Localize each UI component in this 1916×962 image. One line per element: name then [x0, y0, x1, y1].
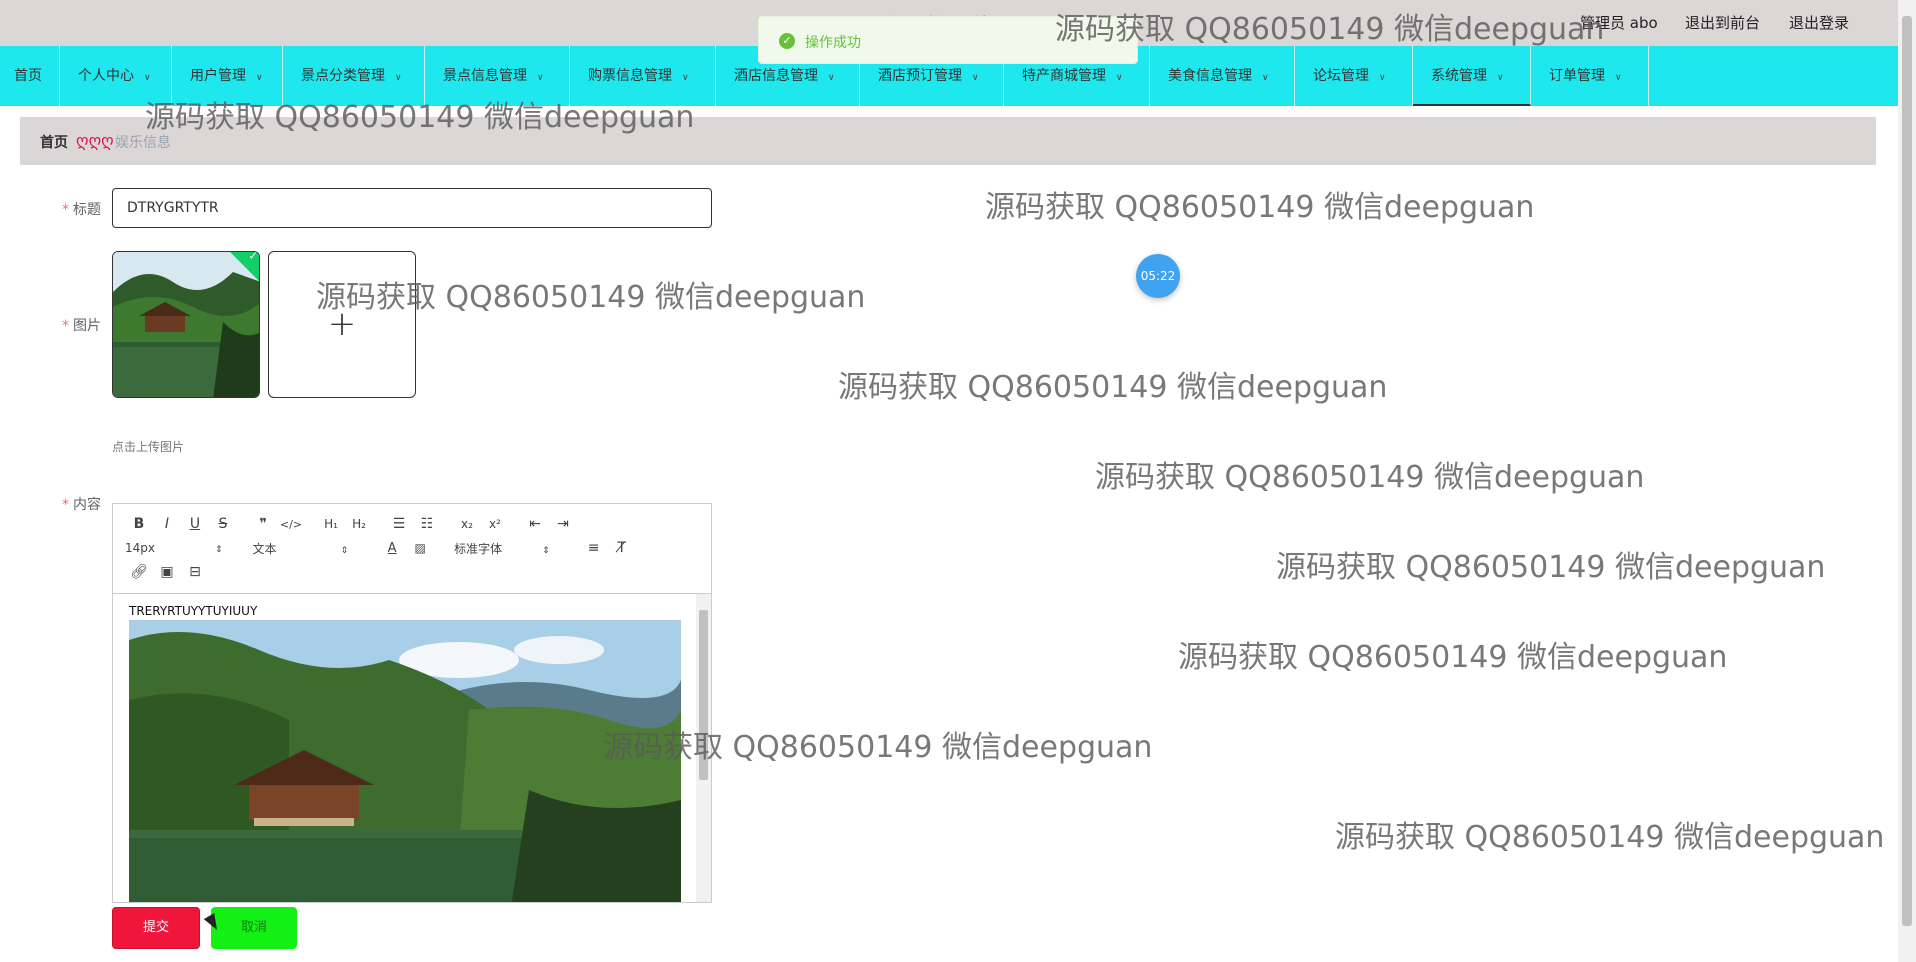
nav-item-label: 景点分类管理	[301, 68, 385, 84]
image-icon[interactable]: ▣	[153, 564, 181, 580]
chevron-down-icon: ∨	[1615, 73, 1622, 83]
bold-icon[interactable]: B	[125, 516, 153, 532]
chevron-down-icon: ∨	[682, 73, 689, 83]
nav-item-label: 首页	[14, 68, 42, 84]
rich-text-editor: B I U S ❞ </> H₁ H₂ ☰ ☷ x₂ x² ⇤ ⇥ 14px ⇕ …	[112, 503, 712, 903]
nav-item-10[interactable]: 论坛管理 ∨	[1295, 46, 1413, 106]
heading1-icon[interactable]: H₁	[317, 517, 345, 531]
success-check-icon: ✓	[779, 33, 795, 49]
editor-scrollbar-thumb[interactable]	[699, 610, 708, 780]
font-size-select[interactable]: 14px ⇕	[125, 541, 223, 555]
nav-item-label: 系统管理	[1431, 68, 1487, 84]
italic-icon[interactable]: I	[153, 516, 181, 532]
nav-item-1[interactable]: 个人中心 ∨	[60, 46, 172, 106]
chevron-down-icon: ∨	[1116, 73, 1123, 83]
heading2-icon[interactable]: H₂	[345, 517, 373, 531]
title-label: * 标题	[62, 202, 101, 218]
nav-item-label: 景点信息管理	[443, 68, 527, 84]
upload-plus-button[interactable]: +	[268, 251, 416, 398]
chevron-down-icon: ∨	[144, 73, 151, 83]
link-icon[interactable]: 🔗︎	[125, 564, 153, 580]
blockquote-icon[interactable]: ❞	[249, 516, 277, 532]
breadcrumb-home[interactable]: 首页	[40, 132, 68, 152]
toast-message: 操作成功	[805, 35, 861, 51]
bullet-list-icon[interactable]: ☷	[413, 516, 441, 532]
select-arrows-icon: ⇕	[215, 545, 223, 555]
recording-timer: 05:22	[1136, 254, 1180, 298]
content-label: * 内容	[62, 497, 101, 513]
select-arrows-icon: ⇕	[340, 545, 349, 556]
breadcrumb-current: 娱乐信息	[115, 135, 171, 151]
nav-item-label: 论坛管理	[1313, 68, 1369, 84]
nav-item-label: 订单管理	[1549, 68, 1605, 84]
nav-item-label: 个人中心	[78, 68, 134, 84]
breadcrumb-separator-icon: ღღღ	[76, 131, 114, 150]
subscript-icon[interactable]: x₂	[453, 517, 481, 531]
nav-item-12[interactable]: 订单管理 ∨	[1531, 46, 1649, 106]
editor-text: TRERYRTUYYTUYIUUY	[129, 604, 258, 618]
front-page-link[interactable]: 退出到前台	[1685, 12, 1760, 33]
background-color-icon[interactable]: ▨	[406, 541, 434, 555]
nav-item-label: 酒店信息管理	[734, 68, 818, 84]
video-icon[interactable]: ⊟	[181, 564, 209, 580]
chevron-down-icon: ∨	[1262, 73, 1269, 83]
cancel-button[interactable]: 取消	[211, 907, 297, 949]
nav-item-label: 购票信息管理	[588, 68, 672, 84]
block-format-select[interactable]: 文本 ⇕	[253, 540, 349, 557]
nav-item-11[interactable]: 系统管理 ∨	[1413, 46, 1531, 106]
font-color-icon[interactable]: A	[378, 541, 406, 556]
nav-item-9[interactable]: 美食信息管理 ∨	[1150, 46, 1295, 106]
outdent-icon[interactable]: ⇤	[521, 516, 549, 532]
editor-toolbar: B I U S ❞ </> H₁ H₂ ☰ ☷ x₂ x² ⇤ ⇥ 14px ⇕ …	[113, 504, 711, 594]
page-scrollbar[interactable]	[1898, 0, 1916, 962]
image-label: * 图片	[62, 318, 101, 334]
chevron-down-icon: ∨	[537, 73, 544, 83]
nav-item-label: 酒店预订管理	[878, 68, 962, 84]
nav-item-5[interactable]: 购票信息管理 ∨	[570, 46, 716, 106]
font-family-select[interactable]: 标准字体 ⇕	[454, 540, 550, 557]
editor-content-area[interactable]: TRERYRTUYYTUYIUUY	[113, 594, 697, 902]
submit-button[interactable]: 提交	[112, 907, 200, 949]
uploaded-image-thumbnail[interactable]: ✓	[112, 251, 260, 398]
chevron-down-icon: ∨	[972, 73, 979, 83]
code-block-icon[interactable]: </>	[277, 518, 305, 531]
clear-format-icon[interactable]: T̸	[608, 540, 636, 556]
logout-link[interactable]: 退出登录	[1789, 12, 1849, 33]
strikethrough-icon[interactable]: S	[209, 516, 237, 532]
superscript-icon[interactable]: x²	[481, 517, 509, 531]
content-landscape-image	[129, 620, 681, 902]
nav-item-label: 特产商城管理	[1022, 68, 1106, 84]
align-icon[interactable]: ≡	[580, 540, 608, 556]
underline-icon[interactable]: U	[181, 516, 209, 532]
nav-item-label: 用户管理	[190, 68, 246, 84]
ordered-list-icon[interactable]: ☰	[385, 516, 413, 532]
nav-item-0[interactable]: 首页	[0, 46, 60, 106]
landscape-pavilion-image	[113, 252, 259, 397]
nav-item-4[interactable]: 景点信息管理 ∨	[425, 46, 570, 106]
chevron-down-icon: ∨	[1379, 73, 1386, 83]
chevron-down-icon: ∨	[1497, 73, 1504, 83]
nav-item-3[interactable]: 景点分类管理 ∨	[283, 46, 425, 106]
breadcrumb: 首页 ღღღ 娱乐信息	[20, 117, 1876, 165]
chevron-down-icon: ∨	[395, 73, 402, 83]
nav-item-2[interactable]: 用户管理 ∨	[172, 46, 283, 106]
select-arrows-icon: ⇕	[542, 545, 550, 556]
upload-hint: 点击上传图片	[112, 440, 185, 454]
page-scrollbar-thumb[interactable]	[1902, 16, 1912, 926]
chevron-down-icon: ∨	[828, 73, 835, 83]
admin-user-label: 管理员 abo	[1580, 14, 1658, 32]
nav-item-label: 美食信息管理	[1168, 68, 1252, 84]
success-toast: ✓ 操作成功	[758, 16, 1138, 64]
title-input[interactable]: DTRYGRTYTR	[112, 188, 712, 228]
chevron-down-icon: ∨	[256, 73, 263, 83]
indent-icon[interactable]: ⇥	[549, 516, 577, 532]
